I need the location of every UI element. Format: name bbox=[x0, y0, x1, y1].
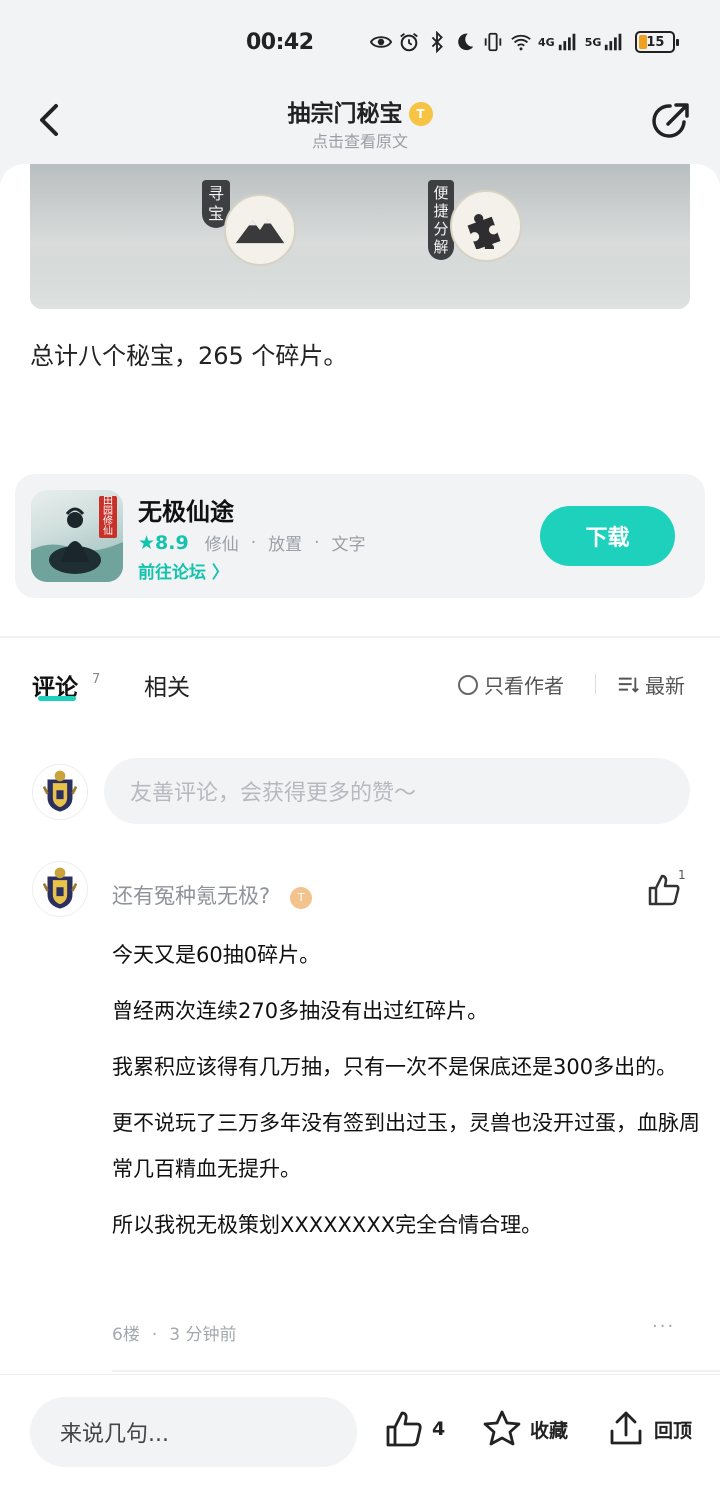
game-tag: 放置 bbox=[268, 535, 303, 555]
divider bbox=[112, 1370, 720, 1372]
post-summary: 总计八个秘宝，265 个碎片。 bbox=[30, 342, 348, 370]
view-original-link[interactable]: 点击查看原文 bbox=[0, 128, 720, 152]
thumbs-up-icon bbox=[648, 874, 680, 906]
comment-paragraph: 今天又是60抽0碎片。 bbox=[112, 943, 321, 967]
game-icon: 田园修仙 bbox=[31, 490, 123, 582]
sort-icon bbox=[618, 677, 639, 693]
bottom-action-bar: 来说几句... 4 收藏 回顶 bbox=[0, 1374, 720, 1485]
share-icon bbox=[652, 103, 689, 138]
avatar[interactable] bbox=[32, 861, 88, 917]
comment-like-button[interactable] bbox=[646, 872, 682, 908]
battery-icon: 15 bbox=[635, 31, 680, 53]
avatar[interactable] bbox=[32, 764, 88, 820]
radio-icon bbox=[458, 674, 478, 695]
signal-icon bbox=[557, 31, 579, 53]
share-button[interactable] bbox=[650, 100, 692, 142]
post-image[interactable]: 寻宝 便捷分解 bbox=[30, 164, 690, 309]
comment-paragraph: 所以我祝无极策划XXXXXXXX完全合情合理。 bbox=[112, 1213, 543, 1237]
mountain-icon bbox=[224, 194, 296, 266]
status-icons: 4G 5G 15 bbox=[370, 27, 680, 57]
game-icon-seal: 田园修仙 bbox=[99, 496, 117, 538]
more-options-button[interactable]: ··· bbox=[652, 1316, 675, 1337]
comment-floor: 6楼 bbox=[112, 1325, 140, 1345]
battery-level: 15 bbox=[646, 34, 665, 50]
game-card[interactable]: 田园修仙 无极仙途 ★8.9 修仙 · 放置 · 文字 前往论坛 〉 下载 bbox=[15, 474, 705, 598]
game-meta: ★8.9 修仙 · 放置 · 文字 bbox=[138, 531, 366, 556]
favorite-button[interactable]: 收藏 bbox=[482, 1409, 568, 1449]
tab-comments-count: 7 bbox=[92, 672, 101, 687]
back-to-top-button[interactable]: 回顶 bbox=[606, 1409, 692, 1449]
comment-tabs: 评论 7 相关 只看作者 最新 bbox=[0, 664, 720, 708]
author-only-toggle[interactable]: 只看作者 bbox=[458, 670, 564, 699]
game-rating: ★8.9 bbox=[138, 531, 189, 554]
status-bar: 00:42 4G 5G 15 bbox=[0, 0, 720, 84]
eye-icon bbox=[370, 31, 392, 53]
comment-paragraph: 我累积应该得有几万抽，只有一次不是保底还是300多出的。 bbox=[112, 1055, 678, 1079]
tab-related[interactable]: 相关 bbox=[144, 668, 190, 702]
sort-button[interactable]: 最新 bbox=[617, 670, 685, 699]
crest-avatar-icon bbox=[42, 867, 78, 909]
game-tag: 文字 bbox=[331, 535, 366, 555]
post-content: 寻宝 便捷分解 总计八个秘宝，265 个碎片。 田园修仙 无极仙途 ★8.9 修… bbox=[0, 164, 720, 1386]
upload-icon bbox=[610, 1411, 642, 1445]
favorite-label: 收藏 bbox=[530, 1419, 569, 1442]
tab-active-indicator bbox=[38, 696, 76, 701]
network-label-1: 4G bbox=[538, 35, 555, 49]
page-title: 抽宗门秘宝 T bbox=[0, 94, 720, 128]
page-title-text: 抽宗门秘宝 bbox=[287, 101, 403, 127]
comment-body: 今天又是60抽0碎片。 曾经两次连续270多抽没有出过红碎片。 我累积应该得有几… bbox=[112, 932, 702, 1248]
network-label-2: 5G bbox=[584, 35, 602, 49]
level-badge-icon: T bbox=[408, 102, 433, 126]
comment-meta: 6楼 · 3 分钟前 bbox=[112, 1325, 237, 1345]
signal-icon bbox=[603, 31, 625, 53]
wifi-icon bbox=[510, 31, 532, 53]
crest-avatar-icon bbox=[42, 770, 78, 812]
comment-paragraph: 更不说玩了三万多年没有签到出过玉，灵兽也没开过蛋，血脉周常几百精血无提升。 bbox=[112, 1111, 700, 1181]
vibrate-icon bbox=[482, 31, 504, 53]
sort-label: 最新 bbox=[645, 674, 685, 698]
comment-paragraph: 曾经两次连续270多抽没有出过红碎片。 bbox=[112, 999, 489, 1023]
comment-like-count: 1 bbox=[678, 868, 686, 882]
top-nav: 抽宗门秘宝 T 点击查看原文 bbox=[0, 84, 720, 164]
back-to-top-label: 回顶 bbox=[654, 1419, 693, 1442]
bluetooth-icon bbox=[426, 31, 448, 53]
divider bbox=[0, 636, 720, 638]
comment-username-text: 还有冤种氪无极? bbox=[112, 884, 271, 908]
level-badge-icon: T bbox=[290, 887, 313, 909]
forum-link[interactable]: 前往论坛 〉 bbox=[138, 558, 229, 583]
like-button[interactable]: 4 bbox=[384, 1409, 445, 1449]
status-time: 00:42 bbox=[246, 30, 314, 55]
game-tag: 修仙 bbox=[204, 535, 239, 555]
download-button[interactable]: 下载 bbox=[540, 506, 675, 566]
thumbs-up-icon bbox=[386, 1411, 422, 1447]
game-name: 无极仙途 bbox=[138, 498, 234, 526]
author-only-label: 只看作者 bbox=[484, 674, 564, 698]
like-count: 4 bbox=[432, 1418, 446, 1440]
moon-icon bbox=[454, 31, 476, 53]
puzzle-icon bbox=[450, 190, 522, 262]
comment-time: 3 分钟前 bbox=[169, 1325, 237, 1345]
star-icon bbox=[483, 1410, 521, 1446]
reply-input[interactable]: 来说几句... bbox=[30, 1397, 357, 1467]
comment-username[interactable]: 还有冤种氪无极? T bbox=[112, 880, 313, 910]
alarm-icon bbox=[398, 31, 420, 53]
comment-input[interactable]: 友善评论，会获得更多的赞～ bbox=[104, 758, 690, 824]
divider bbox=[595, 674, 596, 694]
